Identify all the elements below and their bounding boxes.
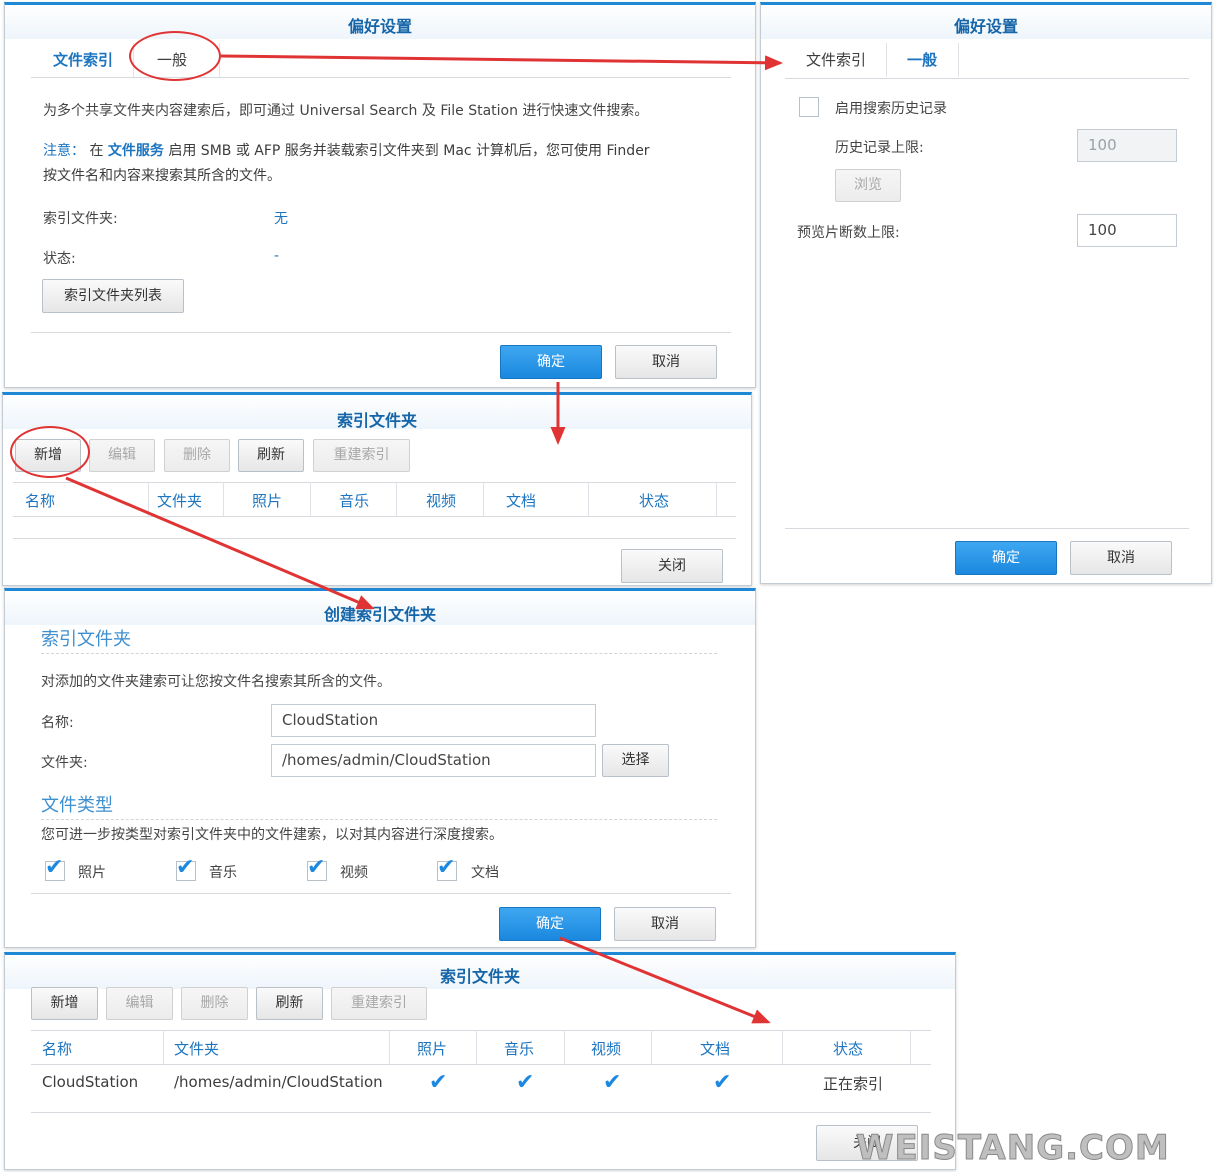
watermark: WEISTANG.COM <box>856 1128 1170 1169</box>
intro-text: 为多个共享文件夹内容建索后，即可通过 Universal Search 及 Fi… <box>43 103 649 119</box>
section-title-file-type: 文件类型 <box>41 795 113 816</box>
note-label: 注意： <box>43 143 85 159</box>
column-header-folder[interactable]: 文件夹 <box>157 490 202 511</box>
edit-button[interactable]: 编辑 <box>106 987 173 1020</box>
window-title: 索引文件夹 <box>336 411 417 430</box>
check-icon: ✔ <box>176 855 195 880</box>
column-header-name[interactable]: 名称 <box>25 490 55 511</box>
music-label: 音乐 <box>209 865 237 881</box>
video-check-icon: ✔ <box>603 1070 622 1095</box>
row-status: 正在索引 <box>823 1075 884 1093</box>
window-title: 创建索引文件夹 <box>323 605 436 624</box>
tab-divider <box>31 77 731 78</box>
index-folder-window-empty: 索引文件夹 新增 编辑 删除 刷新 重建索引 名称 文件夹 照片 音乐 视频 文… <box>2 392 752 586</box>
window-title: 索引文件夹 <box>439 967 520 986</box>
preview-limit-label: 预览片断数上限: <box>797 225 900 241</box>
row-name: CloudStation <box>42 1073 139 1091</box>
close-button[interactable]: 关闭 <box>621 549 723 583</box>
enable-history-checkbox[interactable] <box>799 97 819 117</box>
history-limit-label: 历史记录上限: <box>835 140 924 156</box>
video-label: 视频 <box>340 865 368 881</box>
window-title: 偏好设置 <box>953 17 1018 36</box>
index-folder-list-button[interactable]: 索引文件夹列表 <box>42 279 184 313</box>
column-header-document[interactable]: 文档 <box>700 1038 730 1059</box>
check-icon: ✔ <box>307 855 326 880</box>
cancel-button[interactable]: 取消 <box>1070 541 1172 575</box>
select-button[interactable]: 选择 <box>602 744 669 777</box>
delete-button[interactable]: 删除 <box>181 987 248 1020</box>
preferences-window: 偏好设置 文件索引 一般 为多个共享文件夹内容建索后，即可通过 Universa… <box>4 2 756 388</box>
note-in: 在 <box>89 143 104 159</box>
file-type-description: 您可进一步按类型对索引文件夹中的文件建索，以对其内容进行深度搜索。 <box>41 827 503 843</box>
section-title-index-folder: 索引文件夹 <box>41 629 131 650</box>
history-limit-input[interactable]: 100 <box>1077 129 1177 162</box>
index-folder-description: 对添加的文件夹建索可让您按文件名搜索其所含的文件。 <box>41 674 391 690</box>
table-row[interactable]: CloudStation /homes/admin/CloudStation ✔… <box>31 1065 931 1101</box>
column-header-video[interactable]: 视频 <box>591 1038 621 1059</box>
column-header-music[interactable]: 音乐 <box>339 490 369 511</box>
browse-button[interactable]: 浏览 <box>835 169 901 202</box>
reindex-button[interactable]: 重建索引 <box>313 439 410 472</box>
refresh-button[interactable]: 刷新 <box>256 987 323 1020</box>
column-header-music[interactable]: 音乐 <box>504 1038 534 1059</box>
note-text: 启用 SMB 或 AFP 服务并装载索引文件夹到 Mac 计算机后，您可使用 F… <box>168 143 650 159</box>
note-text-2: 按文件名和内容来搜索其所含的文件。 <box>43 168 281 184</box>
refresh-button[interactable]: 刷新 <box>238 439 304 472</box>
highlight-general-tab <box>129 31 221 81</box>
photo-label: 照片 <box>78 865 106 881</box>
enable-history-label: 启用搜索历史记录 <box>835 101 947 117</box>
row-folder: /homes/admin/CloudStation <box>174 1073 383 1091</box>
status-value: - <box>274 248 280 264</box>
check-icon: ✔ <box>45 855 64 880</box>
music-check-icon: ✔ <box>516 1070 535 1095</box>
column-header-status[interactable]: 状态 <box>639 490 669 511</box>
cancel-button[interactable]: 取消 <box>615 345 717 379</box>
ok-button[interactable]: 确定 <box>499 907 601 941</box>
index-folder-value: 无 <box>274 211 288 227</box>
note-line: 注意： 在 文件服务 启用 SMB 或 AFP 服务并装载索引文件夹到 Mac … <box>43 140 650 160</box>
name-input[interactable]: CloudStation <box>271 704 596 737</box>
column-header-photo[interactable]: 照片 <box>252 490 282 511</box>
delete-button[interactable]: 删除 <box>164 439 230 472</box>
column-header-video[interactable]: 视频 <box>426 490 456 511</box>
column-header-photo[interactable]: 照片 <box>417 1038 447 1059</box>
photo-check-icon: ✔ <box>429 1070 448 1095</box>
check-icon: ✔ <box>437 855 456 880</box>
folder-label: 文件夹: <box>41 755 88 771</box>
status-label: 状态: <box>43 251 76 267</box>
document-check-icon: ✔ <box>713 1070 732 1095</box>
cancel-button[interactable]: 取消 <box>614 907 716 941</box>
window-title: 偏好设置 <box>347 17 412 36</box>
column-header-status[interactable]: 状态 <box>833 1038 863 1059</box>
add-button[interactable]: 新增 <box>31 987 98 1020</box>
preferences-general-window: 偏好设置 文件索引 一般 启用搜索历史记录 历史记录上限: 100 浏览 预览片… <box>760 2 1212 584</box>
folder-input[interactable]: /homes/admin/CloudStation <box>271 744 596 777</box>
reindex-button[interactable]: 重建索引 <box>331 987 427 1020</box>
tab-general[interactable]: 一般 <box>907 49 937 70</box>
name-label: 名称: <box>41 715 74 731</box>
highlight-add-button <box>10 426 90 478</box>
document-label: 文档 <box>471 865 499 881</box>
ok-button[interactable]: 确定 <box>500 345 602 379</box>
index-folder-label: 索引文件夹: <box>43 211 118 227</box>
edit-button[interactable]: 编辑 <box>89 439 155 472</box>
column-header-folder[interactable]: 文件夹 <box>174 1038 219 1059</box>
create-index-folder-window: 创建索引文件夹 索引文件夹 对添加的文件夹建索可让您按文件名搜索其所含的文件。 … <box>4 588 756 948</box>
tab-file-index[interactable]: 文件索引 <box>53 49 113 70</box>
column-header-name[interactable]: 名称 <box>42 1038 72 1059</box>
tab-file-index[interactable]: 文件索引 <box>806 49 866 70</box>
file-services-link[interactable]: 文件服务 <box>108 143 164 159</box>
index-folder-window-full: 索引文件夹 新增 编辑 删除 刷新 重建索引 名称 文件夹 照片 音乐 视频 文… <box>4 952 956 1170</box>
preview-limit-input[interactable]: 100 <box>1077 214 1177 247</box>
column-header-document[interactable]: 文档 <box>506 490 536 511</box>
ok-button[interactable]: 确定 <box>955 541 1057 575</box>
